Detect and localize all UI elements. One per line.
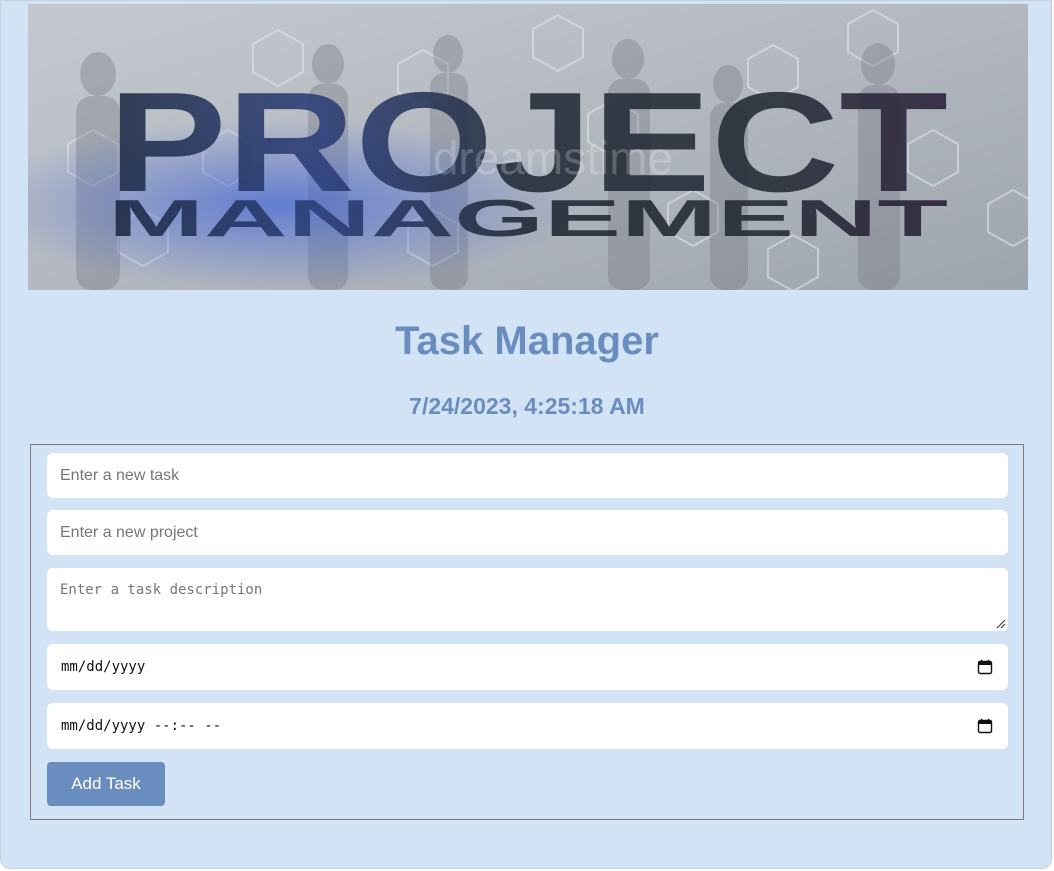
datetime-placeholder: mm/dd/yyyy --:-- -- bbox=[61, 718, 222, 734]
task-form: mm/dd/yyyy mm/dd/yyyy --:-- -- Add Task bbox=[30, 444, 1024, 820]
banner-title-line2: MANAGEMENT bbox=[108, 190, 949, 248]
banner-watermark: dreamstime bbox=[433, 132, 673, 184]
project-input[interactable] bbox=[47, 510, 1008, 555]
resize-grip-icon[interactable] bbox=[996, 619, 1006, 629]
banner-image: PROJECT MANAGEMENT dreamstime bbox=[28, 4, 1028, 290]
calendar-icon[interactable] bbox=[977, 718, 993, 734]
page-title: Task Manager bbox=[395, 319, 659, 363]
project-field bbox=[47, 510, 1008, 555]
task-field bbox=[47, 453, 1008, 498]
date-placeholder: mm/dd/yyyy bbox=[61, 659, 146, 675]
due-datetime-field[interactable]: mm/dd/yyyy --:-- -- bbox=[47, 703, 1008, 749]
add-task-button[interactable]: Add Task bbox=[47, 762, 165, 806]
project-management-banner: PROJECT MANAGEMENT dreamstime bbox=[28, 4, 1028, 290]
due-date-field[interactable]: mm/dd/yyyy bbox=[47, 644, 1008, 690]
calendar-icon[interactable] bbox=[977, 659, 993, 675]
app-window: PROJECT MANAGEMENT dreamstime Task Manag… bbox=[0, 0, 1052, 869]
task-input[interactable] bbox=[47, 453, 1008, 498]
description-textarea[interactable] bbox=[47, 568, 1008, 631]
current-datetime: 7/24/2023, 4:25:18 AM bbox=[409, 393, 645, 419]
description-field bbox=[47, 568, 1008, 631]
